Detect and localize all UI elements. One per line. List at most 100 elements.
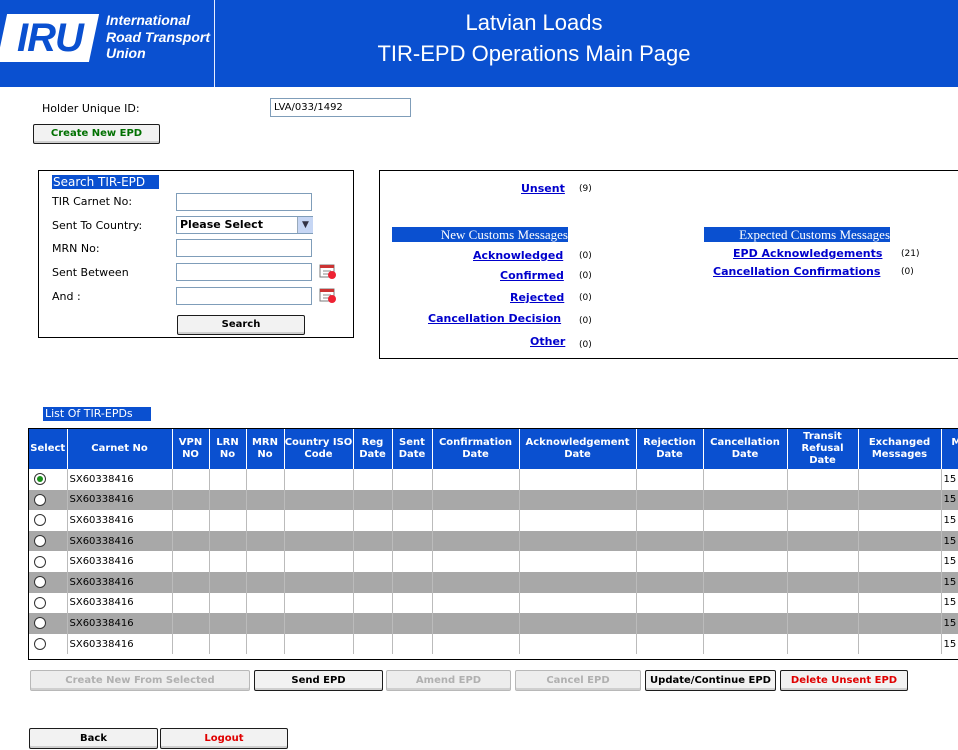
table-cell — [284, 592, 354, 614]
table-cell — [353, 551, 393, 572]
table-cell — [246, 613, 285, 634]
other-link[interactable]: Other — [530, 335, 565, 348]
search-button[interactable]: Search — [177, 315, 305, 335]
table-cell — [392, 530, 433, 552]
carnet-no-input[interactable] — [176, 193, 312, 211]
table-cell — [246, 510, 285, 531]
table-cell — [432, 489, 520, 511]
epd-acknowledgements-link[interactable]: EPD Acknowledgements — [733, 247, 882, 260]
epd-table: Select Carnet No VPN NO LRN No MRN No Co… — [28, 428, 958, 660]
message-type-cell: 15 — [941, 530, 958, 552]
cancellation-confirmations-link[interactable]: Cancellation Confirmations — [713, 265, 880, 278]
row-select-radio[interactable] — [34, 596, 46, 609]
send-epd-button[interactable]: Send EPD — [254, 670, 383, 691]
message-type-cell: 15 — [941, 551, 958, 572]
table-cell — [353, 469, 393, 490]
and-date-input[interactable] — [176, 287, 312, 305]
select-cell — [29, 489, 68, 511]
table-cell — [636, 571, 704, 593]
table-cell — [246, 633, 285, 655]
table-cell — [636, 469, 704, 490]
unsent-count: (9) — [579, 184, 592, 194]
table-cell — [858, 530, 942, 552]
select-cell — [29, 510, 68, 531]
column-header: Reg Date — [353, 429, 393, 469]
table-cell — [636, 510, 704, 531]
logout-button[interactable]: Logout — [160, 728, 288, 749]
create-new-epd-button[interactable]: Create New EPD — [33, 124, 160, 144]
amend-epd-button[interactable]: Amend EPD — [386, 670, 511, 691]
row-select-radio[interactable] — [34, 473, 46, 486]
table-row[interactable]: SX60338416 15 — [29, 469, 958, 490]
table-cell — [209, 571, 247, 593]
message-type-cell: 15 — [941, 510, 958, 531]
row-select-radio[interactable] — [34, 555, 46, 568]
table-cell — [392, 592, 433, 614]
acknowledged-count: (0) — [579, 251, 592, 261]
country-select[interactable]: Please Select — [176, 216, 313, 234]
chevron-down-icon[interactable]: ▼ — [297, 217, 313, 233]
table-cell — [172, 551, 210, 572]
table-row[interactable]: SX60338416 15 — [29, 592, 958, 614]
and-date-label: And : — [52, 290, 81, 303]
cancellation-decision-link[interactable]: Cancellation Decision — [428, 312, 561, 325]
table-row[interactable]: SX60338416 15 — [29, 613, 958, 634]
confirmed-link[interactable]: Confirmed — [500, 269, 564, 282]
calendar-icon[interactable] — [319, 287, 337, 303]
epd-acknowledgements-count: (21) — [901, 249, 920, 259]
mrn-no-input[interactable] — [176, 239, 312, 257]
carnet-no-cell: SX60338416 — [67, 633, 173, 655]
update-continue-epd-button[interactable]: Update/Continue EPD — [645, 670, 776, 691]
table-cell — [703, 571, 788, 593]
select-cell — [29, 571, 68, 593]
cancel-epd-button[interactable]: Cancel EPD — [515, 670, 641, 691]
unsent-link[interactable]: Unsent — [521, 182, 565, 195]
table-row[interactable]: SX60338416 15 — [29, 633, 958, 655]
message-type-cell: 15 — [941, 469, 958, 490]
holder-id-field[interactable]: LVA/033/1492 — [270, 98, 411, 117]
search-panel-title: Search TIR-EPD — [52, 175, 160, 189]
page-title: Latvian Loads — [465, 10, 603, 35]
message-type-cell: 15 — [941, 571, 958, 593]
rejected-link[interactable]: Rejected — [510, 291, 564, 304]
column-header: Cancellation Date — [703, 429, 788, 469]
acknowledged-link[interactable]: Acknowledged — [473, 249, 563, 262]
table-cell — [392, 571, 433, 593]
row-select-radio[interactable] — [34, 638, 46, 651]
table-row[interactable]: SX60338416 15 — [29, 510, 958, 531]
table-cell — [392, 613, 433, 634]
table-cell — [209, 633, 247, 655]
table-cell — [703, 489, 788, 511]
carnet-no-cell: SX60338416 — [67, 469, 173, 490]
row-select-radio[interactable] — [34, 576, 46, 589]
table-cell — [432, 633, 520, 655]
row-select-radio[interactable] — [34, 493, 46, 506]
table-cell — [284, 469, 354, 490]
table-row[interactable]: SX60338416 15 — [29, 530, 958, 552]
select-cell — [29, 613, 68, 634]
carnet-no-cell: SX60338416 — [67, 592, 173, 614]
table-row[interactable]: SX60338416 15 — [29, 489, 958, 511]
table-row[interactable]: SX60338416 15 — [29, 551, 958, 572]
table-cell — [246, 489, 285, 511]
row-select-radio[interactable] — [34, 514, 46, 527]
carnet-no-cell: SX60338416 — [67, 571, 173, 593]
table-row[interactable]: SX60338416 15 — [29, 571, 958, 593]
calendar-icon[interactable] — [319, 263, 337, 279]
back-button[interactable]: Back — [29, 728, 158, 749]
page-subtitle: TIR-EPD Operations Main Page — [377, 41, 691, 66]
create-new-from-selected-button[interactable]: Create New From Selected — [30, 670, 250, 691]
table-cell — [858, 571, 942, 593]
table-cell — [519, 633, 637, 655]
delete-unsent-epd-button[interactable]: Delete Unsent EPD — [780, 670, 908, 691]
row-select-radio[interactable] — [34, 535, 46, 548]
row-select-radio[interactable] — [34, 617, 46, 630]
table-cell — [353, 613, 393, 634]
table-cell — [858, 510, 942, 531]
table-cell — [519, 489, 637, 511]
table-cell — [787, 571, 859, 593]
table-cell — [432, 510, 520, 531]
sent-between-date-input[interactable] — [176, 263, 312, 281]
table-cell — [636, 592, 704, 614]
table-cell — [519, 510, 637, 531]
